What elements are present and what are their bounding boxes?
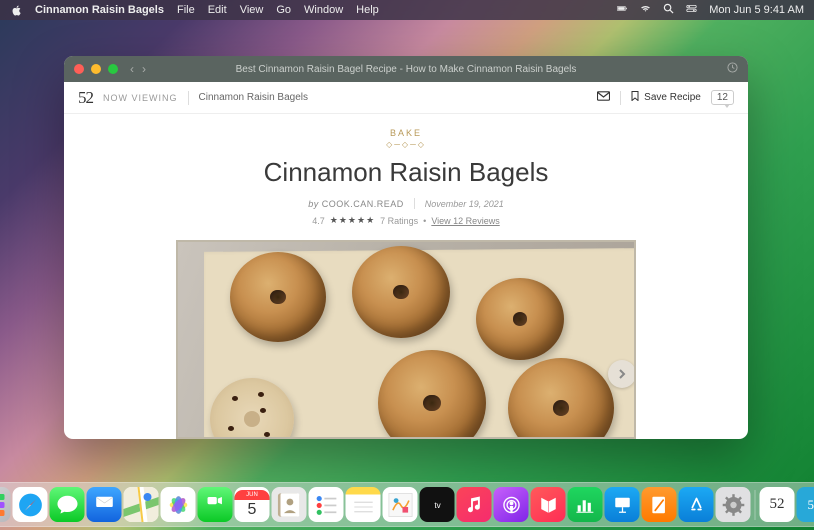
divider <box>414 198 415 209</box>
dock-maps[interactable] <box>124 487 159 522</box>
topbar: 52 NOW VIEWING Cinnamon Raisin Bagels Sa… <box>64 82 748 114</box>
viewing-title: Cinnamon Raisin Bagels <box>199 92 309 103</box>
share-icon[interactable] <box>727 60 738 78</box>
traffic-lights <box>74 64 118 74</box>
category-ornament: ◇─◇─◇ <box>386 140 426 149</box>
content: BAKE ◇─◇─◇ Cinnamon Raisin Bagels by COO… <box>64 114 748 439</box>
recipe-photo <box>176 240 636 439</box>
dock-safari[interactable] <box>13 487 48 522</box>
menu-help[interactable]: Help <box>356 4 379 16</box>
reviews-link[interactable]: View 12 Reviews <box>431 216 499 226</box>
dock-app-52[interactable]: 52 <box>760 487 795 522</box>
dock-keynote[interactable] <box>605 487 640 522</box>
dock-photos[interactable] <box>161 487 196 522</box>
zoom-button[interactable] <box>108 64 118 74</box>
dock-mail[interactable] <box>87 487 122 522</box>
forward-button[interactable]: › <box>142 62 146 76</box>
rating-stars: ★★★★★ <box>330 215 375 226</box>
recipe-category[interactable]: BAKE <box>390 128 422 138</box>
dock-music[interactable] <box>457 487 492 522</box>
menubar-right: Mon Jun 5 9:41 AM <box>617 3 804 17</box>
next-photo-button[interactable] <box>608 360 636 388</box>
dock-calendar[interactable]: JUN5 <box>235 487 270 522</box>
dock-reminders[interactable] <box>309 487 344 522</box>
recipe-date: November 19, 2021 <box>425 199 504 209</box>
dock-podcasts[interactable] <box>494 487 529 522</box>
dock-app-52-alt[interactable]: 52 <box>797 487 814 522</box>
email-icon[interactable] <box>597 91 610 104</box>
minimize-button[interactable] <box>91 64 101 74</box>
dock-separator <box>755 490 756 520</box>
apple-menu[interactable] <box>10 4 22 16</box>
divider <box>188 91 189 105</box>
byline: by COOK.CAN.READ November 19, 2021 <box>308 198 504 209</box>
menu-edit[interactable]: Edit <box>208 4 227 16</box>
menubar: Cinnamon Raisin Bagels File Edit View Go… <box>0 0 814 20</box>
recipe-author[interactable]: by COOK.CAN.READ <box>308 199 404 209</box>
save-recipe-button[interactable]: Save Recipe <box>631 91 701 104</box>
dock-settings[interactable] <box>716 487 751 522</box>
comment-count[interactable]: 12 <box>711 90 734 105</box>
close-button[interactable] <box>74 64 84 74</box>
wifi-icon[interactable] <box>640 3 651 17</box>
dock-launchpad[interactable] <box>0 487 11 522</box>
svg-text:tv: tv <box>434 500 441 509</box>
dock-numbers[interactable] <box>568 487 603 522</box>
menubar-clock[interactable]: Mon Jun 5 9:41 AM <box>709 4 804 16</box>
nav-arrows: ‹ › <box>130 62 146 76</box>
menu-file[interactable]: File <box>177 4 195 16</box>
rating-value: 4.7 <box>312 216 325 226</box>
dock-facetime[interactable] <box>198 487 233 522</box>
divider <box>620 91 621 105</box>
dock-messages[interactable] <box>50 487 85 522</box>
dock-notes[interactable] <box>346 487 381 522</box>
dock-tv[interactable]: tv <box>420 487 455 522</box>
dock-news[interactable] <box>531 487 566 522</box>
dock-freeform[interactable] <box>383 487 418 522</box>
dock-appstore[interactable] <box>679 487 714 522</box>
recipe-title: Cinnamon Raisin Bagels <box>264 157 549 188</box>
app-name-menu[interactable]: Cinnamon Raisin Bagels <box>35 4 164 16</box>
ratings: 4.7 ★★★★★ 7 Ratings • View 12 Reviews <box>312 215 499 226</box>
back-button[interactable]: ‹ <box>130 62 134 76</box>
search-icon[interactable] <box>663 3 674 17</box>
window-title: Best Cinnamon Raisin Bagel Recipe - How … <box>64 64 748 75</box>
rating-count: 7 Ratings <box>380 216 418 226</box>
menu-view[interactable]: View <box>240 4 264 16</box>
dock: JUN5 tv 52 52 <box>0 482 814 527</box>
now-viewing-label: NOW VIEWING <box>103 93 178 103</box>
dock-contacts[interactable] <box>272 487 307 522</box>
menu-go[interactable]: Go <box>276 4 291 16</box>
battery-icon[interactable] <box>617 3 628 17</box>
control-center-icon[interactable] <box>686 3 697 17</box>
dock-pages[interactable] <box>642 487 677 522</box>
bookmark-icon <box>631 91 639 104</box>
app-window: ‹ › Best Cinnamon Raisin Bagel Recipe - … <box>64 56 748 439</box>
save-recipe-label: Save Recipe <box>644 92 701 103</box>
titlebar[interactable]: ‹ › Best Cinnamon Raisin Bagel Recipe - … <box>64 56 748 82</box>
site-logo[interactable]: 52 <box>78 88 93 108</box>
menu-window[interactable]: Window <box>304 4 343 16</box>
